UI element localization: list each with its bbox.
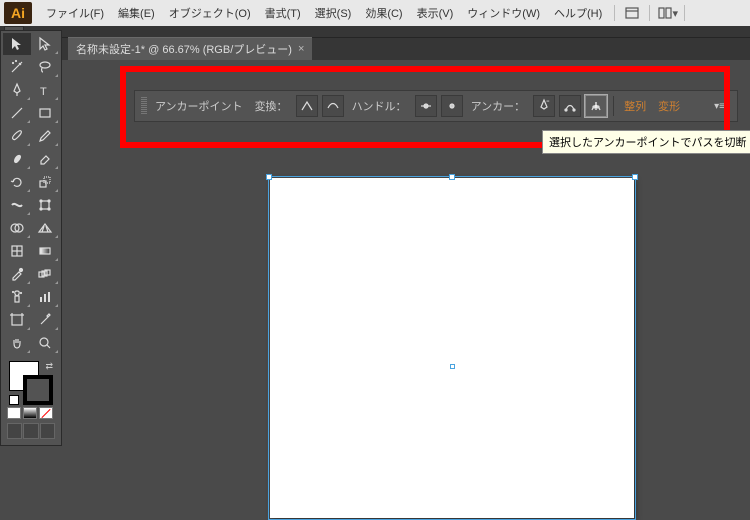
- menu-effect[interactable]: 効果(C): [359, 1, 408, 25]
- transform-link[interactable]: 変形: [654, 98, 684, 114]
- lasso-tool[interactable]: [32, 56, 60, 78]
- menu-type[interactable]: 書式(T): [259, 1, 307, 25]
- menu-view[interactable]: 表示(V): [411, 1, 460, 25]
- perspective-grid-tool[interactable]: [32, 217, 60, 239]
- app-logo: Ai: [4, 2, 32, 24]
- close-icon[interactable]: ×: [298, 43, 304, 55]
- convert-corner-button[interactable]: [296, 95, 318, 117]
- align-link[interactable]: 整列: [620, 98, 650, 114]
- pencil-tool[interactable]: [32, 125, 60, 147]
- width-tool[interactable]: [3, 194, 31, 216]
- blend-tool[interactable]: [32, 263, 60, 285]
- shape-builder-tool[interactable]: [3, 217, 31, 239]
- color-mode-icon[interactable]: [7, 407, 21, 419]
- symbol-sprayer-tool[interactable]: [3, 286, 31, 308]
- svg-text:T: T: [40, 86, 47, 98]
- mesh-tool[interactable]: [3, 240, 31, 262]
- selection-handle[interactable]: [449, 174, 455, 180]
- tools-panel: T: [0, 30, 62, 446]
- default-fill-stroke-icon[interactable]: [9, 395, 19, 405]
- artboard-tool[interactable]: [3, 309, 31, 331]
- menu-object[interactable]: オブジェクト(O): [163, 1, 257, 25]
- paintbrush-tool[interactable]: [3, 125, 31, 147]
- gradient-tool[interactable]: [32, 240, 60, 262]
- scale-tool[interactable]: [32, 171, 60, 193]
- line-tool[interactable]: [3, 102, 31, 124]
- hide-handles-button[interactable]: [441, 95, 463, 117]
- control-menu-icon[interactable]: ▾≡: [708, 101, 731, 112]
- separator: [613, 96, 614, 116]
- gradient-mode-icon[interactable]: [23, 407, 37, 419]
- control-label: アンカーポイント: [151, 98, 247, 114]
- rectangle-tool[interactable]: [32, 102, 60, 124]
- cut-path-button[interactable]: [585, 95, 607, 117]
- direct-selection-tool[interactable]: [32, 33, 60, 55]
- eyedropper-tool[interactable]: [3, 263, 31, 285]
- show-handles-button[interactable]: [415, 95, 437, 117]
- svg-text:-: -: [546, 98, 550, 107]
- menu-file[interactable]: ファイル(F): [40, 1, 110, 25]
- blob-brush-tool[interactable]: [3, 148, 31, 170]
- screen-mode-normal[interactable]: [7, 423, 22, 439]
- screen-mode-full[interactable]: [23, 423, 38, 439]
- selection-handle[interactable]: [266, 174, 272, 180]
- separator: [614, 5, 615, 21]
- type-tool[interactable]: T: [32, 79, 60, 101]
- separator: [649, 5, 650, 21]
- menu-window[interactable]: ウィンドウ(W): [461, 1, 546, 25]
- selection-handle[interactable]: [632, 174, 638, 180]
- hand-tool[interactable]: [3, 332, 31, 354]
- screen-mode-presentation[interactable]: [40, 423, 55, 439]
- remove-anchor-button[interactable]: -: [533, 95, 555, 117]
- workspace-icon[interactable]: ▾: [656, 4, 678, 22]
- free-transform-tool[interactable]: [32, 194, 60, 216]
- column-graph-tool[interactable]: [32, 286, 60, 308]
- swap-fill-stroke-icon[interactable]: ⇄: [45, 361, 53, 372]
- menu-edit[interactable]: 編集(E): [112, 1, 161, 25]
- anchor-label: アンカー：: [467, 98, 530, 114]
- zoom-tool[interactable]: [32, 332, 60, 354]
- color-swatches: ⇄: [3, 355, 59, 443]
- convert-label: 変換：: [251, 98, 292, 114]
- rotate-tool[interactable]: [3, 171, 31, 193]
- menu-help[interactable]: ヘルプ(H): [548, 1, 608, 25]
- handle-label: ハンドル：: [348, 98, 411, 114]
- grip-icon[interactable]: [141, 97, 147, 115]
- slice-tool[interactable]: [32, 309, 60, 331]
- stroke-swatch[interactable]: [23, 375, 53, 405]
- selection-bounding-box: [268, 176, 636, 520]
- pen-tool[interactable]: [3, 79, 31, 101]
- center-point: [450, 364, 455, 369]
- none-mode-icon[interactable]: [39, 407, 53, 419]
- tabbar: 名称未設定-1* @ 66.67% (RGB/プレビュー) ×: [0, 38, 750, 60]
- document-tab[interactable]: 名称未設定-1* @ 66.67% (RGB/プレビュー) ×: [68, 37, 312, 60]
- separator: [684, 5, 685, 21]
- convert-smooth-button[interactable]: [322, 95, 344, 117]
- connect-anchor-button[interactable]: [559, 95, 581, 117]
- menubar: Ai ファイル(F) 編集(E) オブジェクト(O) 書式(T) 選択(S) 効…: [0, 0, 750, 26]
- control-bar: アンカーポイント 変換： ハンドル： アンカー： - 整列 変形 ▾≡: [134, 90, 738, 122]
- selection-tool[interactable]: [3, 33, 31, 55]
- layout-icon[interactable]: [621, 4, 643, 22]
- eraser-tool[interactable]: [32, 148, 60, 170]
- tab-title: 名称未設定-1* @ 66.67% (RGB/プレビュー): [76, 41, 292, 57]
- menu-select[interactable]: 選択(S): [309, 1, 358, 25]
- magic-wand-tool[interactable]: [3, 56, 31, 78]
- tooltip: 選択したアンカーポイントでパスを切断: [542, 130, 750, 154]
